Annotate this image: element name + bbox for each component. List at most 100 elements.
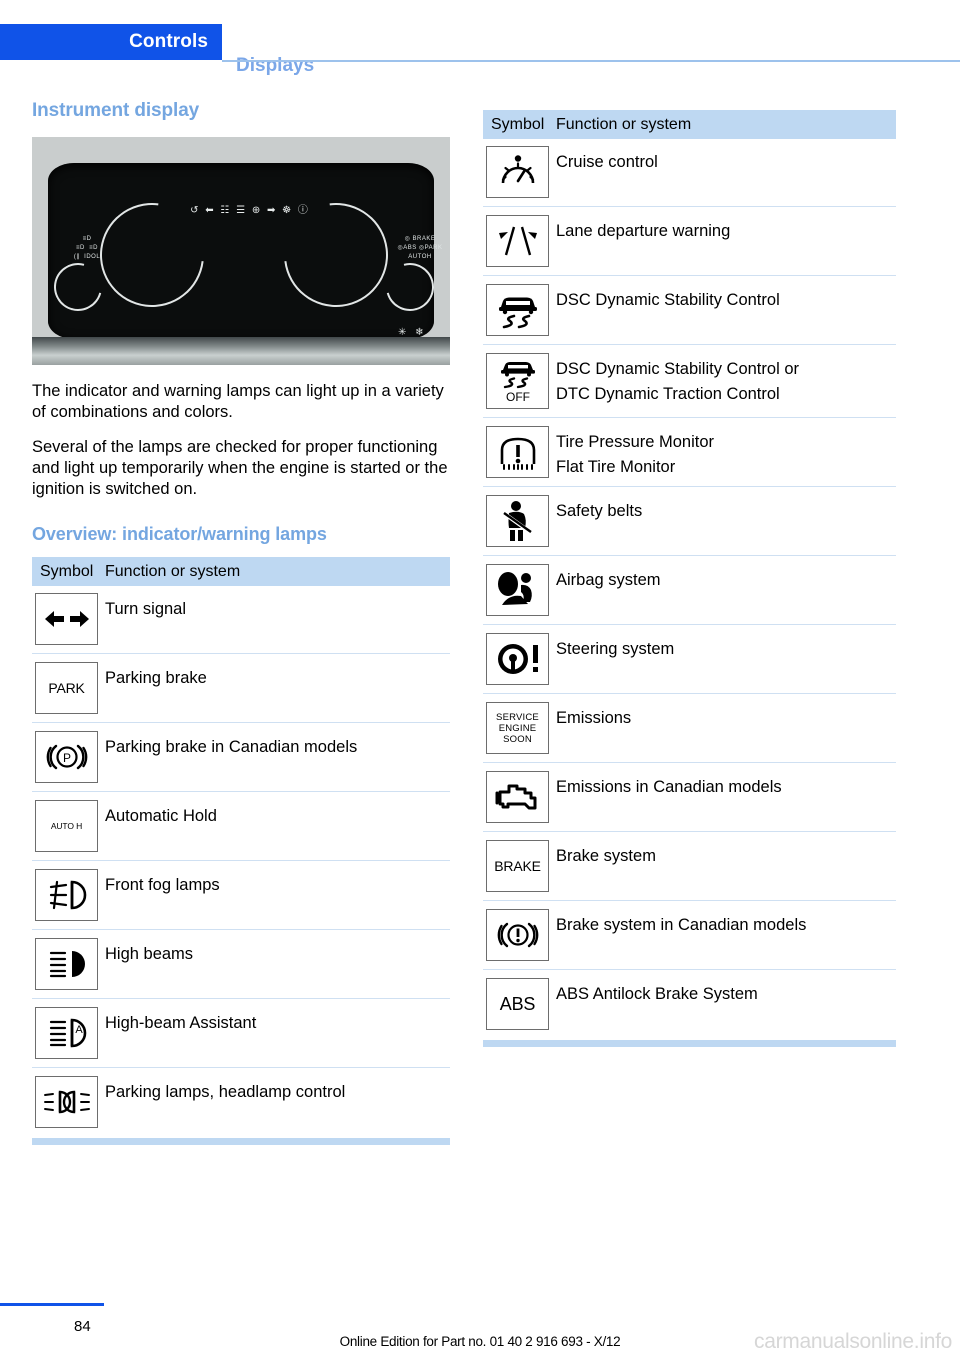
page-number: 84 (74, 1318, 91, 1335)
table-row: P Parking brake in Canadian models (32, 722, 450, 791)
symbol-cell (483, 495, 556, 547)
table-row: DSC Dynamic Stability Control (483, 275, 896, 344)
table-row: A High-beam Assistant (32, 998, 450, 1067)
right-table-footer-bar (483, 1040, 896, 1047)
symbol-cell: BRAKE (483, 840, 556, 892)
function-line-1: DSC Dynamic Stability Control or (556, 360, 799, 378)
brake-system-canada-icon (486, 909, 549, 961)
cluster-top-indicator-row: ↺ ⬅ ☷ ☰ ⊕ ➡ ☸ ⓘ (190, 205, 310, 216)
right-lamp-table: Symbol Function or system Cruise control (483, 110, 896, 1047)
left-table-footer-bar (32, 1138, 450, 1145)
right-table-header-row: Symbol Function or system (483, 110, 896, 139)
table-row: Emissions in Canadian models (483, 762, 896, 831)
turn-signal-icon (35, 593, 98, 645)
function-cell: Parking brake in Canadian models (105, 738, 358, 756)
symbol-cell (483, 146, 556, 198)
left-table-header-function: Function or system (105, 562, 241, 580)
table-row: Brake system in Canadian models (483, 900, 896, 969)
airbag-system-icon (486, 564, 549, 616)
function-cell: Tire Pressure Monitor Flat Tire Monitor (556, 426, 896, 478)
watermark: carmanualsonline.info (754, 1330, 952, 1353)
function-cell: Automatic Hold (105, 807, 217, 825)
high-beam-assistant-icon: A (35, 1007, 98, 1059)
table-row: Airbag system (483, 555, 896, 624)
table-row: Turn signal (32, 586, 450, 653)
table-row: BRAKE Brake system (483, 831, 896, 900)
cluster-lower-bezel (32, 337, 450, 365)
parking-lamps-headlamp-control-icon (35, 1076, 98, 1128)
function-cell: Front fog lamps (105, 876, 220, 894)
right-table-header-function: Function or system (556, 115, 692, 133)
right-table-header-symbol: Symbol (491, 115, 545, 133)
table-row: Cruise control (483, 139, 896, 206)
intro-paragraph-1: The indicator and warning lamps can ligh… (32, 382, 444, 421)
intro-paragraph-2: Several of the lamps are checked for pro… (32, 438, 448, 498)
dsc-dtc-off-icon: OFF (486, 353, 549, 409)
tab-controls-label: Controls (129, 31, 208, 52)
brake-system-icon: BRAKE (486, 840, 549, 892)
tire-pressure-monitor-icon (486, 426, 549, 478)
overview-heading: Overview: indicator/warning lamps (32, 524, 327, 544)
symbol-cell (32, 938, 105, 990)
left-table-header-symbol: Symbol (40, 562, 94, 580)
front-fog-lamps-icon (35, 869, 98, 921)
service-engine-soon-text: SERVICE ENGINE SOON (496, 711, 539, 745)
function-cell: Lane departure warning (556, 222, 731, 240)
page-title: Instrument display (32, 100, 200, 121)
tab-controls[interactable]: Controls (0, 24, 222, 60)
footer-divider (0, 1303, 104, 1306)
right-column: Symbol Function or system Cruise control (483, 110, 896, 1047)
service-engine-soon-icon: SERVICE ENGINE SOON (486, 702, 549, 754)
header-divider (222, 60, 960, 62)
function-cell: Cruise control (556, 153, 658, 171)
dsc-off-text: OFF (506, 390, 530, 404)
table-row: OFF DSC Dynamic Stability Control or DTC… (483, 344, 896, 417)
cluster-left-telltales: ≡D ≡D ≡D (∥ IDOL (73, 236, 101, 260)
symbol-cell (483, 426, 556, 478)
function-cell: Emissions in Canadian models (556, 778, 782, 796)
symbol-cell: ABS (483, 978, 556, 1030)
dsc-icon (486, 284, 549, 336)
tab-displays[interactable]: Displays (236, 55, 314, 77)
abs-icon-text: ABS (499, 993, 536, 1014)
abs-icon: ABS (486, 978, 549, 1030)
symbol-cell: OFF (483, 353, 556, 409)
function-cell: Steering system (556, 640, 675, 658)
table-row: Tire Pressure Monitor Flat Tire Monitor (483, 417, 896, 486)
table-row: Safety belts (483, 486, 896, 555)
function-cell: Brake system (556, 847, 656, 865)
table-row: Parking lamps, headlamp control (32, 1067, 450, 1136)
table-row: ABS ABS Antilock Brake System (483, 969, 896, 1038)
left-lamp-table: Symbol Function or system Turn signal PA… (32, 557, 450, 1145)
symbol-cell (32, 1076, 105, 1128)
function-cell: DSC Dynamic Stability Control or DTC Dyn… (556, 353, 896, 405)
function-cell: High beams (105, 945, 194, 963)
cluster-screen: ↺ ⬅ ☷ ☰ ⊕ ➡ ☸ ⓘ ≡D ≡D ≡D (∥ IDOL ◎ BRAKE ◎A… (45, 163, 443, 339)
function-cell: Brake system in Canadian models (556, 916, 807, 934)
table-row: Front fog lamps (32, 860, 450, 929)
function-cell: Turn signal (105, 600, 187, 618)
parking-brake-icon-text: PARK (48, 680, 85, 696)
function-cell: Airbag system (556, 571, 661, 589)
table-row: SERVICE ENGINE SOON Emissions (483, 693, 896, 762)
brake-system-icon-text: BRAKE (494, 858, 541, 874)
parking-brake-canada-icon: P (35, 731, 98, 783)
symbol-cell: A (32, 1007, 105, 1059)
left-column: Instrument display ↺ ⬅ ☷ ☰ ⊕ ➡ ☸ ⓘ ≡D ≡D … (32, 100, 450, 1145)
function-cell: Emissions (556, 709, 632, 727)
steering-system-icon (486, 633, 549, 685)
symbol-cell (483, 215, 556, 267)
high-beams-icon (35, 938, 98, 990)
instrument-cluster-figure: ↺ ⬅ ☷ ☰ ⊕ ➡ ☸ ⓘ ≡D ≡D ≡D (∥ IDOL ◎ BRAKE ◎A… (32, 137, 450, 365)
function-cell: Safety belts (556, 502, 643, 520)
symbol-cell: SERVICE ENGINE SOON (483, 702, 556, 754)
parking-brake-park-icon: PARK (35, 662, 98, 714)
symbol-cell (483, 564, 556, 616)
symbol-cell: AUTO H (32, 800, 105, 852)
page-header: Controls Displays (0, 24, 960, 76)
left-table-header-row: Symbol Function or system (32, 557, 450, 586)
symbol-cell (483, 284, 556, 336)
automatic-hold-icon-text: AUTO H (50, 821, 83, 831)
table-row: Steering system (483, 624, 896, 693)
symbol-cell (483, 909, 556, 961)
